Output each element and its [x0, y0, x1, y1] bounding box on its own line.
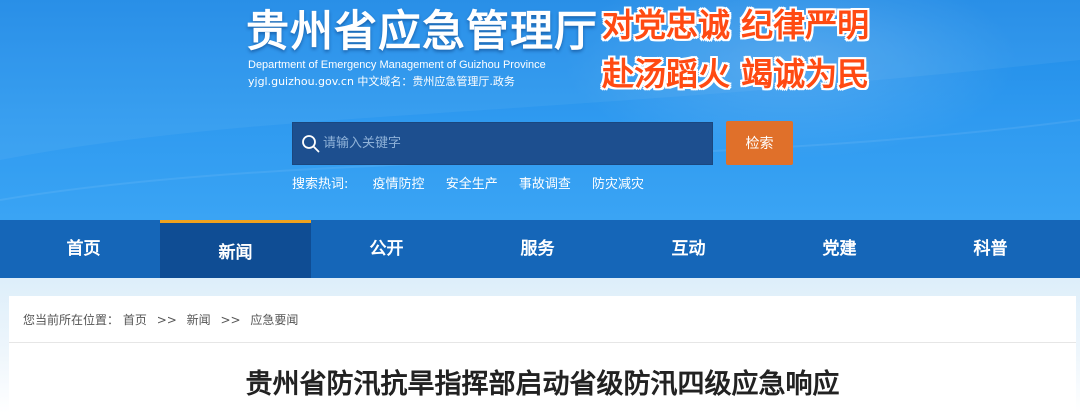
breadcrumb-separator: >> [156, 313, 177, 327]
hot-word-link[interactable]: 事故调查 [519, 177, 571, 192]
hot-word-link[interactable]: 疫情防控 [373, 177, 425, 192]
search-icon [302, 135, 320, 153]
search-box [292, 122, 713, 165]
main-nav: 首页 新闻 公开 服务 互动 党建 科普 [0, 220, 1080, 278]
breadcrumb: 您当前所在位置： 首页 >> 新闻 >> 应急要闻 [23, 310, 298, 330]
breadcrumb-separator: >> [220, 313, 241, 327]
nav-item-interaction[interactable]: 互动 [613, 220, 764, 278]
hot-words: 搜索热词: 疫情防控 安全生产 事故调查 防灾减灾 [292, 176, 661, 194]
slogan-line-2: 赴汤蹈火 竭诚为民 [602, 55, 870, 93]
site-subtitle-en: Department of Emergency Management of Gu… [248, 59, 546, 71]
article-title: 贵州省防汛抗旱指挥部启动省级防汛四级应急响应 [245, 369, 840, 400]
nav-item-science[interactable]: 科普 [915, 220, 1066, 278]
breadcrumb-divider [9, 342, 1076, 343]
nav-item-service[interactable]: 服务 [462, 220, 613, 278]
hot-words-label: 搜索热词: [292, 177, 349, 192]
slogan-line-1: 对党忠诚 纪律严明 [602, 6, 870, 44]
nav-item-party[interactable]: 党建 [764, 220, 915, 278]
breadcrumb-link-home[interactable]: 首页 [123, 313, 147, 327]
content-panel: 您当前所在位置： 首页 >> 新闻 >> 应急要闻 贵州省防汛抗旱指挥部启动省级… [9, 296, 1076, 413]
hot-word-link[interactable]: 安全生产 [446, 177, 498, 192]
nav-item-public[interactable]: 公开 [311, 220, 462, 278]
site-domain: yjgl.guizhou.gov.cn 中文域名：贵州应急管理厅.政务 [248, 75, 515, 88]
breadcrumb-prefix: 您当前所在位置： [23, 313, 120, 327]
nav-item-news[interactable]: 新闻 [160, 220, 311, 278]
search-input[interactable] [323, 123, 708, 164]
nav-item-home[interactable]: 首页 [8, 220, 159, 278]
site-header: 贵州省应急管理厅 Department of Emergency Managem… [0, 0, 1080, 220]
search-button[interactable]: 检索 [726, 121, 793, 165]
breadcrumb-link-current[interactable]: 应急要闻 [250, 313, 298, 327]
hot-word-link[interactable]: 防灾减灾 [592, 177, 644, 192]
site-title[interactable]: 贵州省应急管理厅 [246, 8, 598, 56]
breadcrumb-link-news[interactable]: 新闻 [187, 313, 211, 327]
